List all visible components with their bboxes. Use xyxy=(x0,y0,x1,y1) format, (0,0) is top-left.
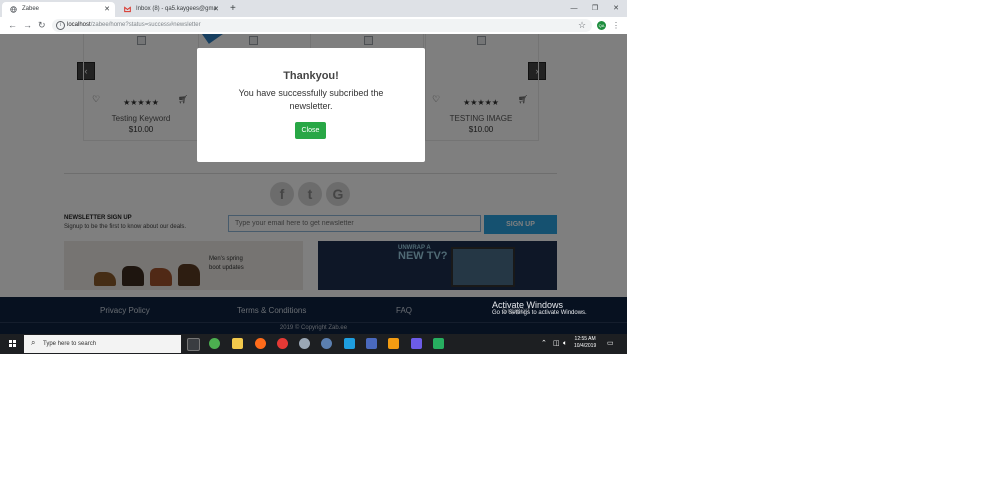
search-icon: ⌕ xyxy=(31,338,36,347)
app-icon[interactable] xyxy=(388,338,399,349)
url-host: localhost xyxy=(67,22,91,28)
chrome-icon[interactable] xyxy=(209,338,220,349)
app-icon[interactable] xyxy=(299,338,310,349)
windows-taskbar: ⌕ Type here to search ⌃ ◫ 🔈︎ 12:55 AM 10… xyxy=(0,334,627,354)
volume-icon[interactable]: 🔈︎ xyxy=(563,334,567,354)
screenshot: Zabee ✕ Inbox (8) - qa5.kaygees@gmail.c … xyxy=(0,0,627,354)
search-placeholder: Type here to search xyxy=(43,341,97,347)
profile-avatar[interactable]: QA xyxy=(597,21,606,30)
tab-title: Zabee xyxy=(22,6,40,12)
clock-time: 12:55 AM xyxy=(574,336,596,342)
address-bar[interactable]: i localhost/zabee/home?status=success#ne… xyxy=(52,19,592,32)
back-icon[interactable]: ← xyxy=(8,17,17,34)
new-tab-icon[interactable]: + xyxy=(230,2,236,16)
tray-chevron-icon[interactable]: ⌃ xyxy=(541,334,547,354)
close-tab-icon[interactable]: ✕ xyxy=(213,2,219,17)
modal-message: You have successfully subcribed the news… xyxy=(238,88,384,111)
info-icon[interactable]: i xyxy=(56,21,65,30)
network-icon[interactable]: ◫ xyxy=(553,334,560,354)
excel-icon[interactable] xyxy=(433,338,444,349)
windows-start-icon[interactable] xyxy=(9,340,17,348)
url-path: /zabee/home?status=success#newsletter xyxy=(90,22,201,28)
watermark-line-2: Go to Settings to activate Windows. xyxy=(492,310,587,316)
close-tab-icon[interactable]: ✕ xyxy=(104,2,110,17)
watermark-line-1: Activate Windows xyxy=(492,300,564,310)
modal-close-button[interactable]: Close xyxy=(295,122,326,139)
app-icon[interactable] xyxy=(321,338,332,349)
app-icon[interactable] xyxy=(411,338,422,349)
forward-icon[interactable]: → xyxy=(23,17,32,34)
browser-toolbar: ← → ↻ i localhost/zabee/home?status=succ… xyxy=(0,17,627,35)
app-icon[interactable] xyxy=(366,338,377,349)
tab-zabee[interactable]: Zabee ✕ xyxy=(2,2,115,17)
reload-icon[interactable]: ↻ xyxy=(38,17,46,34)
bookmark-star-icon[interactable]: ☆ xyxy=(578,17,586,34)
notifications-icon[interactable]: ▭ xyxy=(607,334,614,354)
modal-title: Thankyou! xyxy=(283,70,339,82)
opera-icon[interactable] xyxy=(277,338,288,349)
clock-date: 10/4/2019 xyxy=(574,343,597,349)
taskbar-search-box[interactable]: ⌕ Type here to search xyxy=(24,335,181,353)
tab-strip: Zabee ✕ Inbox (8) - qa5.kaygees@gmail.c … xyxy=(0,0,627,17)
activate-windows-watermark: Activate Windows Go to Settings to activ… xyxy=(492,300,587,316)
restore-icon[interactable]: ❐ xyxy=(585,0,605,17)
gmail-icon xyxy=(124,6,131,13)
url-text: localhost/zabee/home?status=success#news… xyxy=(67,19,201,32)
skype-icon[interactable] xyxy=(344,338,355,349)
minimize-icon[interactable]: — xyxy=(564,0,584,17)
tab-inbox[interactable]: Inbox (8) - qa5.kaygees@gmail.c ✕ xyxy=(116,2,224,17)
newsletter-success-modal: Thankyou! You have successfully subcribe… xyxy=(197,48,425,162)
taskbar-clock[interactable]: 12:55 AM 10/4/2019 xyxy=(574,336,596,350)
tab-title: Inbox (8) - qa5.kaygees@gmail.c xyxy=(136,6,216,12)
task-view-icon[interactable] xyxy=(187,338,200,351)
window-close-icon[interactable]: ✕ xyxy=(606,0,626,17)
globe-icon xyxy=(10,6,17,13)
firefox-icon[interactable] xyxy=(255,338,266,349)
menu-icon[interactable]: ⋮ xyxy=(612,17,620,34)
file-explorer-icon[interactable] xyxy=(232,338,243,349)
